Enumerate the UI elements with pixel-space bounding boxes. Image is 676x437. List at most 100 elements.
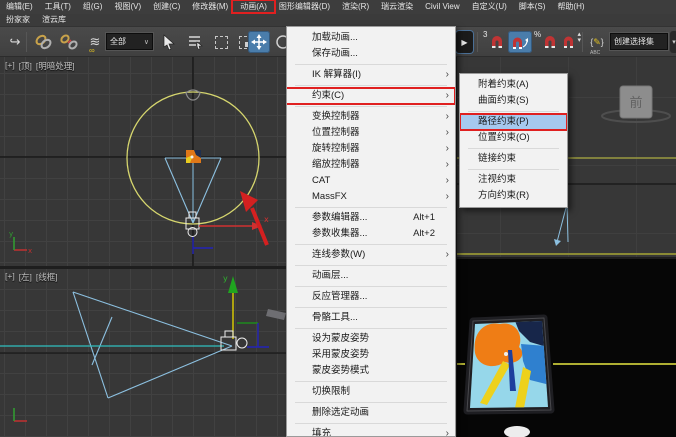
menubar-item-xuanyun-library[interactable]: 渲云库: [36, 13, 72, 27]
menu-item-scale-controllers[interactable]: 缩放控制器›: [287, 157, 455, 173]
viewcube-front-label[interactable]: 前: [629, 95, 642, 111]
annotation-arrow: [240, 191, 267, 245]
submenu-item-orientation-constraint[interactable]: 方向约束(R): [460, 188, 567, 204]
chevron-down-icon: ∨: [144, 38, 149, 46]
select-by-name-button[interactable]: [184, 31, 206, 53]
menubar-item-modifiers[interactable]: 修改器(M): [186, 0, 234, 14]
menu-item-populate[interactable]: 填充›: [287, 426, 455, 437]
submenu-arrow-icon: ›: [446, 173, 449, 189]
menubar-item-rendering[interactable]: 渲染(R): [336, 0, 375, 14]
menu-separator: [295, 307, 447, 308]
menu-item-reaction-manager[interactable]: 反应管理器...: [287, 289, 455, 305]
submenu-item-surface-constraint[interactable]: 曲面约束(S): [460, 93, 567, 109]
selection-set-dropdown-arrow[interactable]: ▾: [670, 31, 676, 53]
menu-item-delete-selected-animation[interactable]: 删除选定动画: [287, 405, 455, 421]
menubar-item-group[interactable]: 组(G): [77, 0, 109, 14]
menubar-item-views[interactable]: 视图(V): [108, 0, 147, 14]
main-menubar: 编辑(E) 工具(T) 组(G) 视图(V) 创建(C) 修改器(M) 动画(A…: [0, 0, 676, 14]
submenu-arrow-icon: ›: [446, 88, 449, 104]
select-and-move-button[interactable]: [248, 31, 270, 53]
snaps-toggle-3d-button[interactable]: 3: [482, 31, 506, 53]
menubar-item-help[interactable]: 帮助(H): [551, 0, 590, 14]
menu-item-wire-parameters[interactable]: 连线参数(W)›: [287, 247, 455, 263]
menu-item-parameter-collector[interactable]: 参数收集器...Alt+2: [287, 226, 455, 242]
menu-separator: [295, 381, 447, 382]
menu-separator: [295, 85, 447, 86]
viewport-perspective[interactable]: [457, 259, 676, 437]
bind-to-space-warp-button[interactable]: ≋ ∞: [84, 31, 106, 53]
menubar-item-edit[interactable]: 编辑(E): [0, 0, 39, 14]
submenu-item-lookat-constraint[interactable]: 注视约束: [460, 172, 567, 188]
rectangular-selection-region-button[interactable]: [210, 31, 232, 53]
viewcube[interactable]: 前: [602, 86, 670, 122]
viewport-menu-pov[interactable]: [顶]: [19, 60, 32, 72]
submenu-arrow-icon: ›: [446, 109, 449, 125]
abc-label: ABC: [590, 50, 600, 56]
selection-filter-dropdown[interactable]: 全部 ∨: [106, 33, 153, 50]
menu-item-ik-solvers[interactable]: IK 解算器(I)›: [287, 67, 455, 83]
menu-item-rotation-controllers[interactable]: 旋转控制器›: [287, 141, 455, 157]
menu-item-animation-layers[interactable]: 动画层...: [287, 268, 455, 284]
menubar-item-civil-view[interactable]: Civil View: [419, 0, 466, 14]
menu-separator: [295, 265, 447, 266]
menu-item-cat[interactable]: CAT›: [287, 173, 455, 189]
menubar-item-banjiajia[interactable]: 扮家家: [0, 13, 36, 27]
menu-item-assume-skin-pose[interactable]: 采用蒙皮姿势: [287, 347, 455, 363]
select-object-button[interactable]: [158, 31, 180, 53]
submenu-item-path-constraint[interactable]: 路径约束(P): [460, 114, 567, 130]
snap-3-label: 3: [483, 30, 487, 39]
menu-separator: [468, 111, 559, 112]
menu-item-parameter-editor[interactable]: 参数编辑器...Alt+1: [287, 210, 455, 226]
menubar-item-raycloud-render[interactable]: 瑞云渲染: [375, 0, 419, 14]
constraints-submenu: 附着约束(A) 曲面约束(S) 路径约束(P) 位置约束(O) 链接约束 注视约…: [459, 73, 568, 208]
menubar-item-tools[interactable]: 工具(T): [39, 0, 77, 14]
menu-item-bone-tools[interactable]: 骨骼工具...: [287, 310, 455, 326]
submenu-arrow-icon: ›: [446, 67, 449, 83]
menubar-item-graph-editors[interactable]: 图形编辑器(D): [273, 0, 336, 14]
select-and-link-button[interactable]: [32, 31, 54, 53]
tablet-object-center[interactable]: [186, 150, 201, 163]
menu-item-position-controllers[interactable]: 位置控制器›: [287, 125, 455, 141]
camera-object-side[interactable]: [221, 331, 247, 350]
reference-coordinate-flyout-button[interactable]: ▶: [456, 31, 473, 53]
menu-item-massfx[interactable]: MassFX›: [287, 189, 455, 205]
menu-item-transform-controllers[interactable]: 变换控制器›: [287, 109, 455, 125]
submenu-arrow-icon: ›: [446, 141, 449, 157]
edit-named-selection-sets-button[interactable]: {✎} ABC: [586, 31, 608, 53]
menubar-item-animation[interactable]: 动画(A): [234, 0, 273, 14]
menu-item-save-animation[interactable]: 保存动画...: [287, 46, 455, 62]
gizmo-y-axis[interactable]: y: [223, 274, 238, 339]
viewport-menu-shading-left[interactable]: [线框]: [36, 271, 58, 283]
viewport-divider-right[interactable]: [457, 257, 676, 259]
submenu-arrow-icon: ›: [446, 125, 449, 141]
submenu-item-link-constraint[interactable]: 链接约束: [460, 151, 567, 167]
menubar-item-customize[interactable]: 自定义(U): [466, 0, 513, 14]
tripod-x-label: x: [28, 247, 32, 255]
viewport-menu-general[interactable]: [+]: [5, 60, 15, 72]
percent-label: %: [534, 30, 541, 39]
tablet-object-render[interactable]: [467, 317, 553, 412]
submenu-item-attachment-constraint[interactable]: 附着约束(A): [460, 77, 567, 93]
submenu-item-position-constraint[interactable]: 位置约束(O): [460, 130, 567, 146]
menu-separator: [295, 423, 447, 424]
spinner-snap-toggle-button[interactable]: ▴▾: [558, 31, 580, 53]
menubar-item-scripting[interactable]: 脚本(S): [513, 0, 552, 14]
menubar-item-create[interactable]: 创建(C): [147, 0, 186, 14]
named-selection-set-dropdown[interactable]: 创建选择集: [610, 33, 668, 50]
menu-separator: [468, 169, 559, 170]
submenu-arrow-icon: ›: [446, 247, 449, 263]
unlink-selection-button[interactable]: [58, 31, 80, 53]
menu-item-load-animation[interactable]: 加载动画...: [287, 30, 455, 46]
menu-item-skin-pose-mode[interactable]: 蒙皮姿势模式: [287, 363, 455, 379]
viewport-menu-general-left[interactable]: [+]: [5, 271, 15, 283]
menu-item-set-as-skin-pose[interactable]: 设为蒙皮姿势: [287, 331, 455, 347]
menu-item-constraints[interactable]: 约束(C) ›: [287, 88, 455, 104]
redo-button[interactable]: ↪: [4, 31, 26, 53]
percent-snap-toggle-button[interactable]: %: [534, 31, 558, 53]
tablet-object-side[interactable]: [266, 309, 286, 320]
menu-item-toggle-limits[interactable]: 切换限制: [287, 384, 455, 400]
named-selection-set-value: 创建选择集: [614, 36, 664, 47]
angle-snap-toggle-button[interactable]: [508, 31, 532, 53]
viewport-menu-shading[interactable]: [明暗处理]: [36, 60, 75, 72]
viewport-menu-pov-left[interactable]: [左]: [19, 271, 32, 283]
